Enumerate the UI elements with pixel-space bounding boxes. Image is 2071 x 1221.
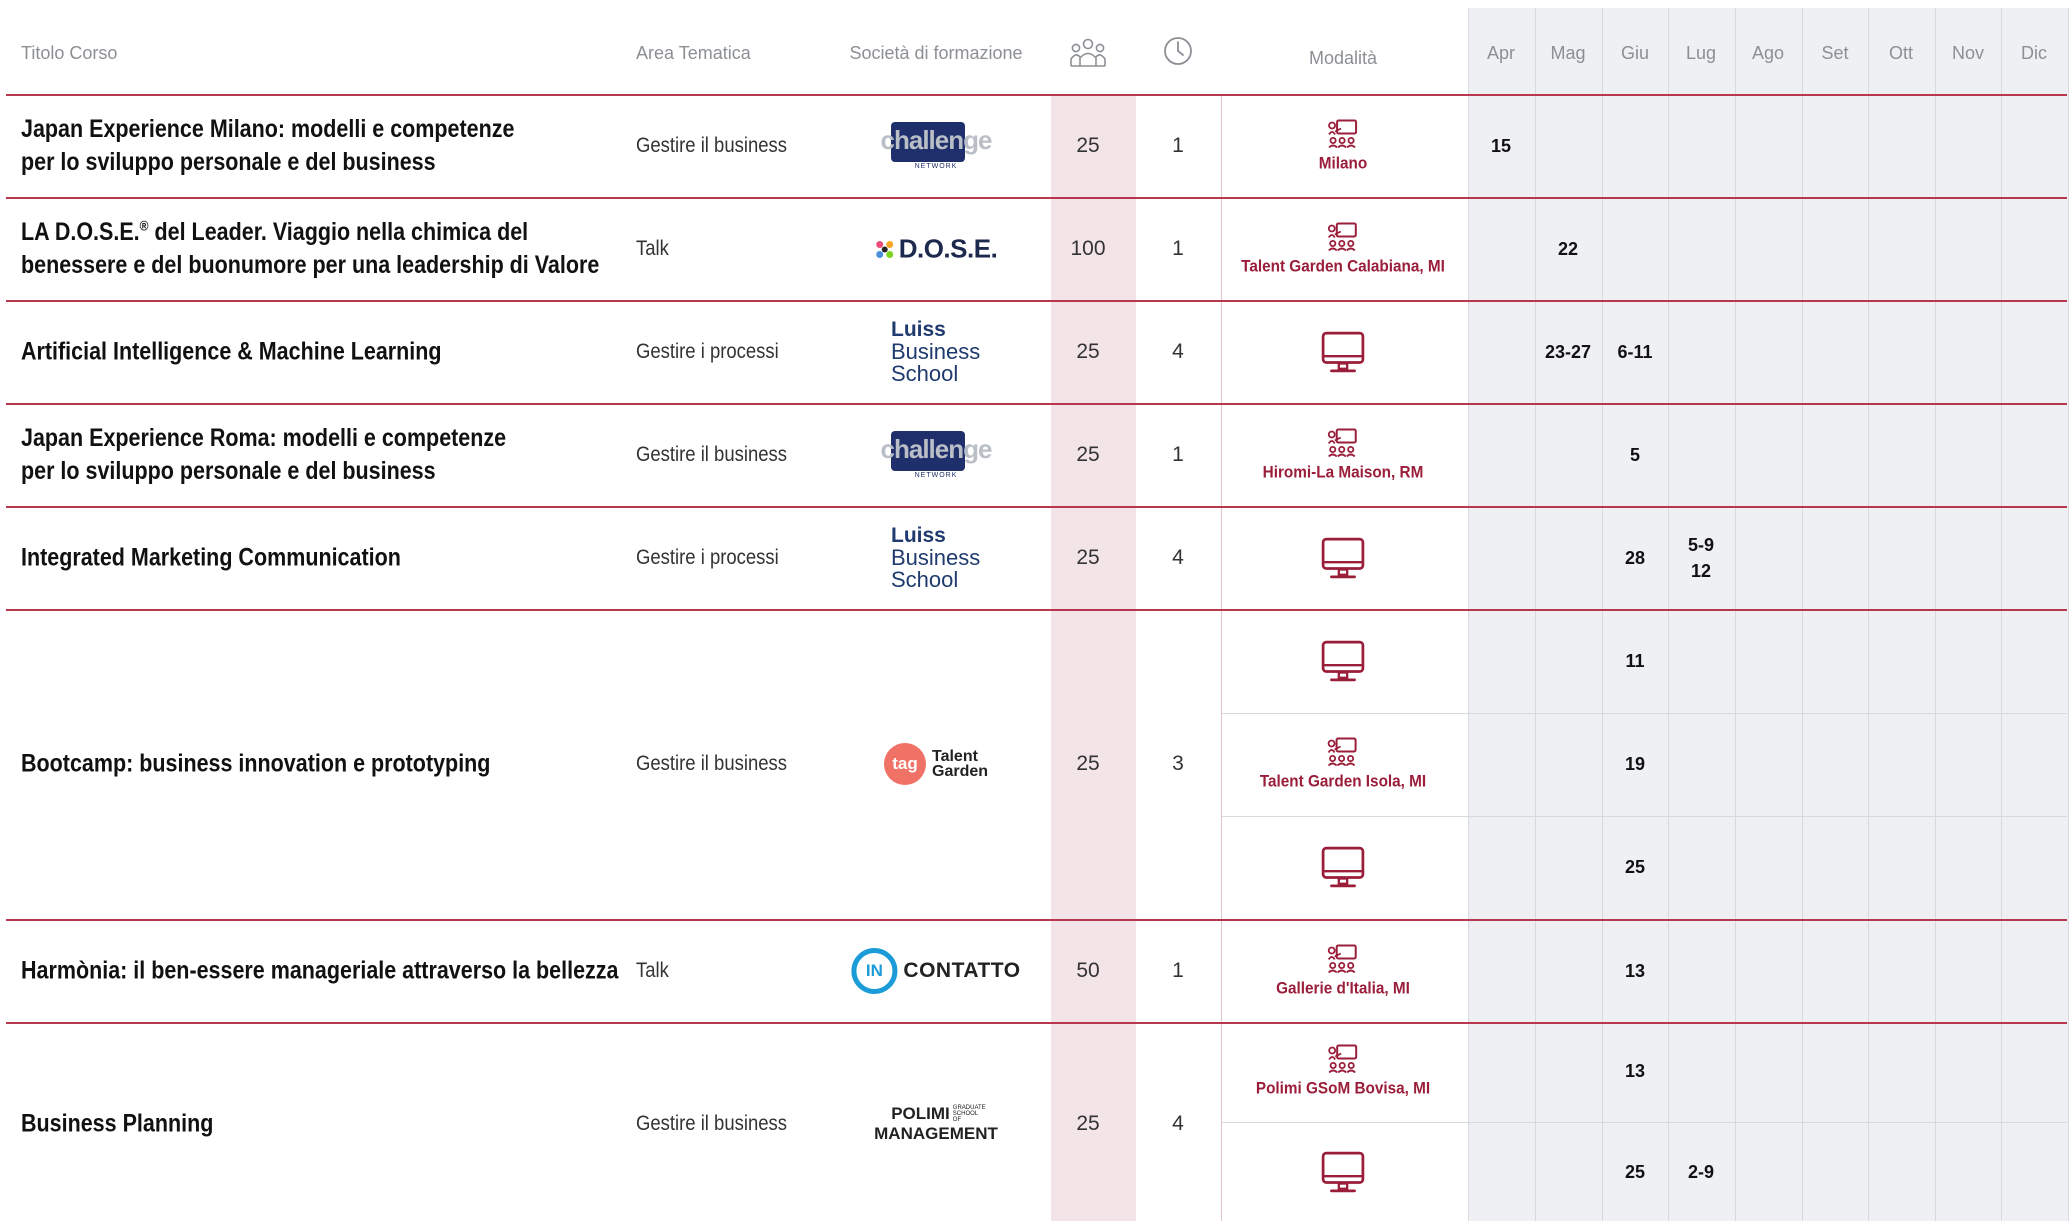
dose-logo: D.O.S.E. [875,234,998,265]
participants-count: 100 [1070,237,1106,260]
mode-classroom: Talent Garden Calabiana, MI [1230,222,1456,277]
duration-days: 3 [1172,752,1184,775]
course-area: Gestire il business [636,752,787,775]
participants-count: 25 [1076,134,1100,157]
month-ago: Ago [1751,43,1785,63]
classroom-icon [1328,944,1357,974]
mode-online [1321,1151,1365,1193]
course-title[interactable]: Harmònia: il ben-essere manageriale attr… [21,955,618,988]
mode-online [1321,537,1365,579]
luiss-logo: Luiss Business School [891,318,981,386]
mode-classroom: Talent Garden Isola, MI [1251,737,1436,792]
participants-column-band [1051,95,1136,1221]
location-label: Talent Garden Calabiana, MI [1241,256,1445,276]
duration-days: 1 [1172,237,1184,260]
date-giu: 25 [1624,857,1646,877]
duration-days: 4 [1172,1112,1184,1135]
month-set: Set [1821,43,1849,63]
header-societa: Società di formazione [849,43,1023,63]
participants-count: 25 [1076,1112,1100,1135]
participants-count: 25 [1076,340,1100,363]
date-giu: 13 [1624,961,1646,981]
duration-days: 1 [1172,959,1184,982]
course-area: Gestire il business [636,1112,787,1135]
incontatto-logo: IN CONTATTO [851,948,1020,994]
monitor-icon [1321,1151,1365,1193]
mode-classroom: Hiromi-La Maison, RM [1254,428,1433,483]
header-area: Area Tematica [636,43,751,63]
people-icon [1070,38,1106,73]
location-label: Talent Garden Isola, MI [1259,771,1427,791]
participants-count: 25 [1076,546,1100,569]
course-area: Gestire i processi [636,546,779,569]
month-nov: Nov [1951,43,1985,63]
monitor-icon [1321,537,1365,579]
month-ott: Ott [1888,43,1914,63]
course-area: Talk [636,959,669,982]
course-title[interactable]: Integrated Marketing Communication [21,542,401,575]
monitor-icon [1321,846,1365,888]
challenge-logo: challenge NETWORK [873,425,999,485]
duration-days: 1 [1172,443,1184,466]
location-label: Hiromi-La Maison, RM [1262,462,1424,482]
month-giu: Giu [1620,43,1650,63]
course-title[interactable]: Bootcamp: business innovation e prototyp… [21,748,490,781]
mode-classroom: Gallerie d'Italia, MI [1269,944,1418,999]
talent-garden-logo: tag Talent Garden [883,743,988,785]
challenge-logo: challenge NETWORK [873,116,999,176]
course-title[interactable]: Japan Experience Roma: modelli e compete… [21,422,506,488]
classroom-icon [1328,737,1357,767]
course-title[interactable]: Business Planning [21,1108,213,1141]
classroom-icon [1328,222,1357,252]
date-giu: 11 [1625,651,1645,671]
date-giu: 13 [1624,1061,1646,1081]
mode-classroom: Polimi GSoM Bovisa, MI [1246,1044,1440,1099]
course-area: Talk [636,237,669,260]
date-giu: 25 [1624,1162,1646,1182]
participants-count: 50 [1076,959,1100,982]
header-titolo: Titolo Corso [21,43,118,63]
clock-icon [1163,36,1193,71]
classroom-icon [1328,119,1357,149]
date-giu: 5 [1629,445,1641,465]
mode-classroom: Milano [1316,119,1370,174]
course-area: Gestire il business [636,134,787,157]
date-mag: 23-27 [1544,342,1592,362]
location-label: Polimi GSoM Bovisa, MI [1255,1078,1431,1098]
course-title[interactable]: Japan Experience Milano: modelli e compe… [21,113,514,179]
duration-days: 1 [1172,134,1184,157]
course-title[interactable]: Artificial Intelligence & Machine Learni… [21,336,442,369]
monitor-icon [1321,640,1365,682]
mode-online [1321,331,1365,373]
month-lug: Lug [1685,43,1717,63]
date-giu: 19 [1624,754,1646,774]
duration-days: 4 [1172,340,1184,363]
mode-online [1321,846,1365,888]
course-area: Gestire il business [636,443,787,466]
month-apr: Apr [1486,43,1516,63]
date-mag: 22 [1557,239,1579,259]
duration-days: 4 [1172,546,1184,569]
monitor-icon [1321,331,1365,373]
classroom-icon [1327,1044,1357,1074]
date-giu: 28 [1624,548,1646,568]
course-title[interactable]: LA D.O.S.E.® del Leader. Viaggio nella c… [21,216,599,282]
date-lug: 5-9 12 [1687,535,1715,581]
classroom-icon [1327,428,1357,458]
polimi-logo: POLIMI GRADUATE SCHOOL OF MANAGEMENT [874,1104,998,1143]
mode-online [1321,640,1365,682]
luiss-logo: Luiss Business School [891,524,981,592]
date-apr: 15 [1490,136,1512,156]
location-label: Milano [1318,153,1368,173]
course-area: Gestire i processi [636,340,779,363]
participants-count: 25 [1076,443,1100,466]
location-label: Gallerie d'Italia, MI [1276,978,1410,998]
date-giu: 6-11 [1617,342,1653,362]
month-mag: Mag [1550,43,1586,63]
participants-count: 25 [1076,752,1100,775]
month-dic: Dic [2021,43,2047,63]
header-modalita: Modalità [1308,48,1378,68]
date-lug: 2-9 [1687,1162,1715,1182]
